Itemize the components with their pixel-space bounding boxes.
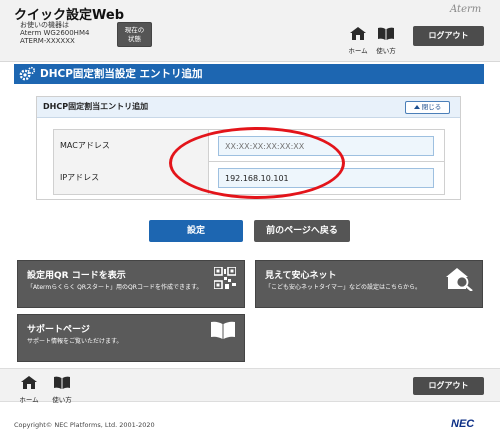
book-icon [54, 376, 70, 389]
highlight-annotation [169, 127, 345, 199]
tile-qr-code[interactable]: 設定用QR コードを表示 「Atermらくらく QRスタート」用のQRコードを作… [17, 260, 245, 308]
tile-support-title: サポートページ [27, 325, 90, 335]
logout-button[interactable]: ログアウト [413, 26, 484, 46]
submit-button[interactable]: 設定 [149, 220, 243, 242]
gear-icon [19, 66, 36, 81]
footer-home-label: ホーム [19, 396, 39, 404]
device-name: ATERM-XXXXXX [20, 37, 75, 45]
book-icon [211, 321, 235, 339]
home-icon [350, 27, 366, 40]
tile-qr-desc: 「Atermらくらく QRスタート」用のQRコードを作成できます。 [27, 284, 203, 291]
footer-nav-help[interactable]: 使い方 [49, 374, 75, 404]
aterm-logo: Aterm [450, 4, 482, 15]
tile-mieru-title: 見えて安心ネット [265, 271, 337, 281]
tile-mieru-desc: 「こども安心ネットタイマー」などの設定はこちらから。 [265, 284, 422, 291]
tile-qr-title: 設定用QR コードを表示 [27, 271, 126, 281]
home-icon [21, 376, 37, 389]
nav-home-label: ホーム [348, 47, 368, 55]
panel-header: DHCP固定割当エントリ追加 閉じる [37, 97, 460, 118]
nav-help[interactable]: 使い方 [373, 25, 399, 55]
chevron-up-icon [413, 105, 420, 109]
back-button[interactable]: 前のページへ戻る [254, 220, 350, 242]
footer-nav: ホーム 使い方 ログアウト [0, 368, 500, 404]
home-search-icon [446, 268, 473, 291]
page-title: DHCP固定割当設定 エントリ追加 [14, 64, 484, 84]
qr-code-icon [214, 267, 236, 289]
book-icon [378, 27, 394, 40]
tile-mieru-anshin[interactable]: 見えて安心ネット 「こども安心ネットタイマー」などの設定はこちらから。 [255, 260, 483, 308]
collapse-button[interactable]: 閉じる [405, 101, 450, 114]
copyright-text: Copyright© NEC Platforms, Ltd. 2001-2020 [14, 421, 155, 429]
collapse-label: 閉じる [421, 103, 442, 111]
tile-support[interactable]: サポートページ サポート情報をご覧いただけます。 [17, 314, 245, 362]
header-bar: クイック設定Web お使いの機器は Aterm WG2600HM4 ATERM-… [0, 0, 500, 62]
footer-help-label: 使い方 [52, 396, 72, 404]
status-button[interactable]: 現在の 状態 [117, 22, 152, 47]
nav-home[interactable]: ホーム [345, 25, 371, 55]
nav-help-label: 使い方 [376, 47, 396, 55]
panel-title: DHCP固定割当エントリ追加 [43, 102, 149, 111]
footer-nav-home[interactable]: ホーム [16, 374, 42, 404]
footer-logout-button[interactable]: ログアウト [413, 377, 484, 395]
nec-logo: NEC [451, 418, 475, 430]
tile-support-desc: サポート情報をご覧いただけます。 [27, 338, 123, 345]
page-title-text: DHCP固定割当設定 エントリ追加 [40, 68, 203, 80]
